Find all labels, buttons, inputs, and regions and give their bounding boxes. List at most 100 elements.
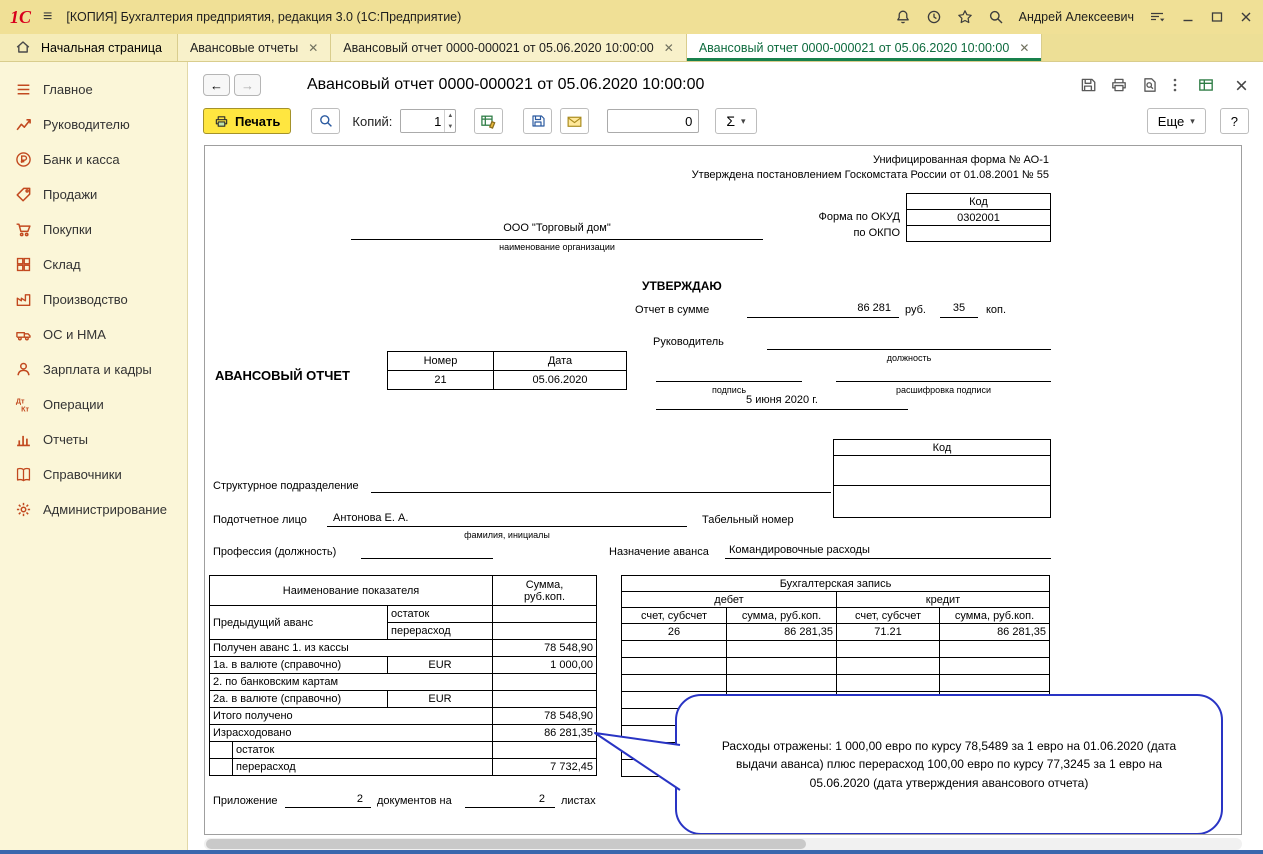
help-button[interactable]: ? xyxy=(1219,108,1249,134)
signature-name-line xyxy=(836,368,1051,382)
print-preview-button[interactable] xyxy=(311,108,341,134)
spreadsheet-icon[interactable] xyxy=(1197,76,1215,94)
okpo-label: по ОКПО xyxy=(853,227,900,239)
empty-cell xyxy=(939,674,1050,692)
organization-caption: наименование организации xyxy=(499,242,615,252)
spinner-down-button[interactable]: ▼ xyxy=(445,121,455,132)
sidebar-item-warehouse[interactable]: Склад xyxy=(0,247,187,282)
search-icon[interactable] xyxy=(988,9,1004,25)
close-window-icon[interactable] xyxy=(1239,10,1253,24)
tab-label: Авансовый отчет 0000-000021 от 05.06.202… xyxy=(698,40,1010,55)
tab-home-label: Начальная страница xyxy=(41,40,162,55)
spinner-up-button[interactable]: ▲ xyxy=(445,110,455,121)
appendix-docs-count: 2 xyxy=(285,793,371,808)
print-form-ao1: Унифицированная форма № АО-1 Утверждена … xyxy=(204,145,1242,835)
scrollbar-thumb[interactable] xyxy=(206,839,806,849)
acc-title: Бухгалтерская запись xyxy=(621,575,1050,592)
approve-date-field: 5 июня 2020 г. xyxy=(656,394,908,410)
sidebar-item-administration[interactable]: Администрирование xyxy=(0,492,187,527)
appendix-docs-label: документов на xyxy=(377,795,452,807)
tab-advance-report-doc-2-active[interactable]: Авансовый отчет 0000-000021 от 05.06.202… xyxy=(686,34,1043,61)
history-icon[interactable] xyxy=(926,9,942,25)
save-document-button[interactable] xyxy=(523,108,553,134)
cart-icon xyxy=(15,221,32,238)
printer-icon xyxy=(215,115,228,127)
help-button-label: ? xyxy=(1230,113,1238,129)
sidebar-item-bank-cash[interactable]: Банк и касса xyxy=(0,142,187,177)
truck-icon xyxy=(15,326,32,343)
department-line xyxy=(371,478,831,493)
sidebar-label: Руководителю xyxy=(43,117,130,132)
dept-code-cell xyxy=(833,455,1051,486)
okud-code-box: Код 0302001 xyxy=(906,193,1051,242)
sidebar-label: Операции xyxy=(43,397,104,412)
sidebar-item-operations[interactable]: Дт Кт Операции xyxy=(0,387,187,422)
copies-spinner[interactable]: ▲▼ xyxy=(400,109,457,133)
empty-cell xyxy=(836,674,940,692)
number-header-cell: Номер xyxy=(387,351,494,371)
window-title: [КОПИЯ] Бухгалтерия предприятия, редакци… xyxy=(66,10,462,24)
adv-row-name: Итого получено xyxy=(209,707,493,725)
sidebar-item-fixed-assets[interactable]: ОС и НМА xyxy=(0,317,187,352)
main-menu-icon[interactable]: ≡ xyxy=(43,8,52,26)
service-menu-icon[interactable] xyxy=(1149,9,1166,25)
more-button[interactable]: Еще ▾ xyxy=(1146,108,1206,134)
tab-label: Авансовые отчеты xyxy=(189,40,299,55)
tab-close-icon[interactable]: ✕ xyxy=(308,41,318,55)
adv-header-name: Наименование показателя xyxy=(209,575,493,606)
sidebar-item-reports[interactable]: Отчеты xyxy=(0,422,187,457)
counter-input[interactable] xyxy=(607,109,700,133)
adv-row-name: Израсходовано xyxy=(209,724,493,742)
boxes-grid-icon xyxy=(15,256,32,273)
minimize-icon[interactable] xyxy=(1181,10,1195,24)
print-button[interactable]: Печать xyxy=(203,108,292,134)
sidebar-item-manager[interactable]: Руководителю xyxy=(0,107,187,142)
purpose-label: Назначение аванса xyxy=(609,546,709,558)
acc-account-header: счет, субсчет xyxy=(836,607,940,624)
sum-button[interactable]: Σ ▾ xyxy=(715,108,757,134)
annotation-callout[interactable]: Расходы отражены: 1 000,00 евро по курсу… xyxy=(675,694,1223,834)
sidebar-item-references[interactable]: Справочники xyxy=(0,457,187,492)
horizontal-scrollbar[interactable] xyxy=(204,838,1242,850)
person-icon xyxy=(15,361,32,378)
manager-label: Руководитель xyxy=(653,336,724,348)
empty-cell xyxy=(492,622,597,640)
app-window: 1С ≡ [КОПИЯ] Бухгалтерия предприятия, ре… xyxy=(0,0,1263,854)
window-bottom-edge xyxy=(0,850,1263,854)
sidebar-item-production[interactable]: Производство xyxy=(0,282,187,317)
current-user[interactable]: Андрей Алексеевич xyxy=(1019,10,1134,24)
more-dots-icon[interactable] xyxy=(1172,76,1178,94)
acc-sum-header: сумма, руб.коп. xyxy=(939,607,1050,624)
tab-home[interactable]: Начальная страница xyxy=(0,34,178,61)
favorites-star-icon[interactable] xyxy=(957,9,973,25)
print-icon[interactable] xyxy=(1110,76,1128,94)
empty-cell xyxy=(492,741,597,759)
sidebar-item-sales[interactable]: Продажи xyxy=(0,177,187,212)
empty-cell xyxy=(939,640,1050,658)
notifications-bell-icon[interactable] xyxy=(895,9,911,25)
email-button[interactable] xyxy=(560,108,590,134)
sidebar-item-payroll-hr[interactable]: Зарплата и кадры xyxy=(0,352,187,387)
copies-input[interactable] xyxy=(401,110,445,132)
right-code-box: Код xyxy=(833,439,1051,518)
tab-close-icon[interactable]: ✕ xyxy=(1019,41,1029,55)
chevron-down-icon: ▾ xyxy=(1190,115,1195,126)
tab-close-icon[interactable]: ✕ xyxy=(664,41,674,55)
forward-button[interactable]: → xyxy=(234,74,261,96)
save-icon[interactable] xyxy=(1079,76,1097,94)
ruble-coin-icon xyxy=(15,151,32,168)
copies-label: Копий: xyxy=(352,113,393,129)
maximize-icon[interactable] xyxy=(1210,10,1224,24)
tab-advance-reports-list[interactable]: Авансовые отчеты ✕ xyxy=(177,34,332,61)
back-button[interactable]: ← xyxy=(203,74,230,96)
empty-cell xyxy=(726,640,837,658)
table-settings-button[interactable] xyxy=(474,108,504,134)
1c-logo: 1С xyxy=(10,6,32,27)
sidebar-item-main[interactable]: Главное xyxy=(0,72,187,107)
sidebar-item-purchases[interactable]: Покупки xyxy=(0,212,187,247)
close-form-icon[interactable] xyxy=(1234,78,1249,93)
tab-advance-report-doc-1[interactable]: Авансовый отчет 0000-000021 от 05.06.202… xyxy=(331,34,687,61)
print-toolbar: Печать Копий: ▲▼ Σ ▾ xyxy=(203,106,1249,136)
preview-icon[interactable] xyxy=(1141,76,1159,94)
sidebar-label: Продажи xyxy=(43,187,98,202)
